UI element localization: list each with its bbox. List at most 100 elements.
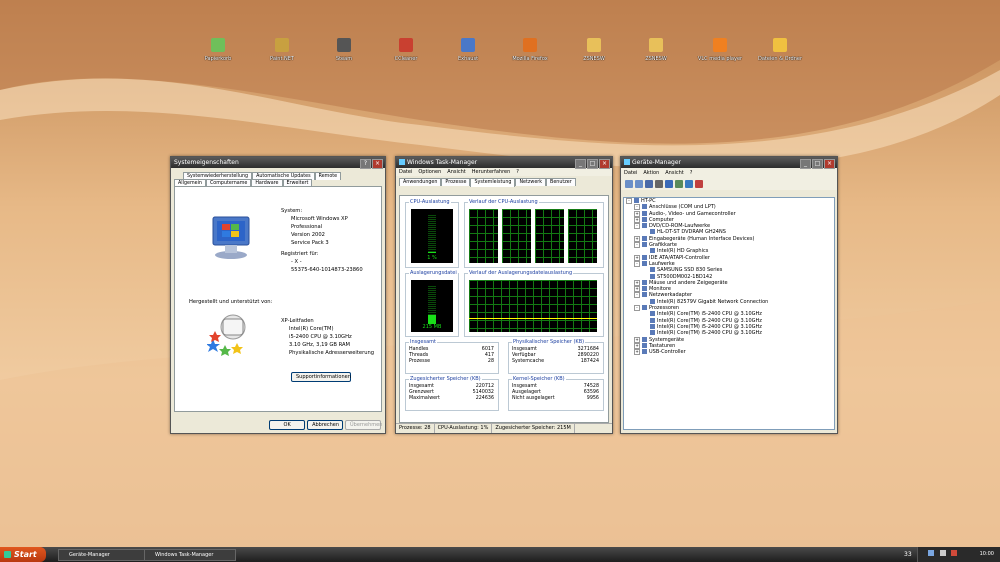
expand-icon[interactable]: + [634,216,640,223]
desktop-icon[interactable]: Papierkorb [190,38,246,62]
menu-datei[interactable]: Datei [399,169,412,175]
collapse-icon[interactable]: - [634,260,640,267]
close-button[interactable]: × [824,159,835,169]
taskbar-item-device-manager[interactable]: Geräte-Manager [58,549,150,561]
menu-ansicht[interactable]: Ansicht [447,169,465,175]
expand-icon[interactable]: + [634,235,640,242]
device-manager-window[interactable]: Geräte-Manager _ □ × Datei Aktion Ansicht? -… [620,156,838,434]
menu-bar: Datei Optionen Ansicht Herunterfahren? [396,168,612,176]
tab-prozesse[interactable]: Prozesse [441,178,471,186]
device-icon [642,292,647,298]
collapse-icon[interactable]: - [634,305,640,312]
taskbar-item-task-manager[interactable]: Windows Task-Manager [144,549,236,561]
device-tree[interactable]: - HT-PC - Anschlüsse (COM und LPT) + Audio-, … [623,197,835,430]
kernel-memory-group: Kernel-Speicher (KB) Insgesamt 74528 Ausg… [508,376,604,411]
maximize-button[interactable]: □ [587,159,598,169]
expand-icon[interactable]: + [634,254,640,261]
tab-netzwerk[interactable]: Netzwerk [515,178,547,186]
help-icon[interactable] [665,180,673,188]
pf-meter-fill [428,314,436,324]
system-line: Version 2002 [291,232,325,238]
expand-icon[interactable]: + [634,349,640,356]
tree-label: Prozessoren [649,305,680,312]
network-icon[interactable] [928,550,934,556]
tree-label: Tastaturen [649,342,676,349]
device-icon [642,286,647,292]
menu-datei[interactable]: Datei [624,170,637,176]
back-icon[interactable] [625,180,633,188]
title-bar[interactable]: Systemeigenschaften ? × [171,157,385,169]
commit-title: Zugesicherter Speicher (KB) [409,376,482,382]
maximize-button[interactable]: □ [812,159,823,169]
title-bar[interactable]: Geräte-Manager _ □ × [621,157,837,169]
menu-herunterfahren[interactable]: Herunterfahren [472,169,511,175]
desktop-icon[interactable]: Exhaust [440,38,496,62]
desktop-icon[interactable]: CCleaner [378,38,434,62]
collapse-icon[interactable]: - [634,292,640,299]
desktop-icon[interactable]: VLC media player [692,38,748,62]
menu-ansicht[interactable]: Ansicht [665,170,683,176]
collapse-icon[interactable]: - [634,223,640,230]
tree-label: Intel(R) Core(TM) i5-2400 CPU @ 3.10GHz [657,323,762,330]
desktop-icon[interactable]: Mozilla Firefox [502,38,558,62]
device-icon [650,273,655,279]
menu-help[interactable]: ? [516,169,519,175]
physical-title: Physikalischer Speicher (KB) [512,339,586,345]
tab-systemleistung[interactable]: Systemleistung [470,178,516,187]
device-icon [650,229,655,235]
device-icon [650,248,655,254]
clock[interactable]: 10:00 [980,547,994,562]
cpu-history-graph-1 [469,209,498,263]
tree-category[interactable]: + USB-Controller [624,349,834,356]
desktop-icon[interactable]: ZSNESW [628,38,684,62]
desktop-icon[interactable]: Paint.NET [254,38,310,62]
ok-button[interactable]: OK [269,420,306,430]
update-driver-icon[interactable] [685,180,693,188]
volume-icon[interactable] [939,550,946,556]
desktop-icon[interactable]: Steam [316,38,372,62]
desktop-icon-label: ZSNESW [645,56,667,62]
system-properties-window[interactable]: Systemeigenschaften ? × Systemwiederherst… [170,156,386,434]
device-icon [650,330,655,336]
collapse-icon[interactable]: - [634,204,640,211]
collapse-icon[interactable]: - [626,198,632,204]
menu-help[interactable]: ? [690,170,693,176]
tab-remote[interactable]: Remote [314,172,342,180]
window-title: Geräte-Manager [632,159,681,166]
expand-icon[interactable]: + [634,210,640,217]
title-bar[interactable]: Windows Task-Manager _ □ × [396,157,612,169]
cancel-button[interactable]: Abbrechen [307,420,344,430]
menu-optionen[interactable]: Optionen [418,169,441,175]
security-icon[interactable] [951,550,958,556]
minimize-button[interactable]: _ [800,159,811,169]
expand-icon[interactable]: + [634,279,640,286]
desktop-icon-label: Mozilla Firefox [512,56,548,62]
product-id: 55375-640-1014873-23860 [291,267,363,273]
desktop-icon[interactable]: Dateien & Ordner [752,38,808,62]
pf-usage-value: 215 MB [422,324,442,330]
start-button[interactable]: Start [0,547,46,562]
collapse-icon[interactable]: - [634,242,640,249]
forward-icon[interactable] [635,180,643,188]
system-line: Microsoft Windows XP [291,216,348,222]
print-icon[interactable] [655,180,663,188]
menu-aktion[interactable]: Aktion [643,170,659,176]
expand-icon[interactable]: + [634,286,640,293]
desktop-icon[interactable]: ZSNESW [566,38,622,62]
status-commit: Zugesicherter Speicher: 215M [492,424,575,433]
support-info-button[interactable]: Supportinformationen [291,372,351,382]
tab-anwendungen[interactable]: Anwendungen [399,178,442,186]
tab-benutzer[interactable]: Benutzer [546,178,576,186]
expand-icon[interactable]: + [634,342,640,349]
minimize-button[interactable]: _ [575,159,586,169]
uninstall-icon[interactable] [695,180,703,188]
tree-label: Systemgeräte [649,336,685,343]
task-manager-window[interactable]: Windows Task-Manager _ □ × Datei Optionen An… [395,156,613,434]
scan-icon[interactable] [675,180,683,188]
expand-icon[interactable]: + [634,336,640,343]
cpu-usage-title: CPU-Auslastung [409,199,451,205]
properties-icon[interactable] [645,180,653,188]
close-button[interactable]: × [599,159,610,169]
apply-button[interactable]: Übernehmen [345,420,382,430]
tab-strip: Anwendungen Prozesse Systemleistung Netzwer… [396,176,612,187]
